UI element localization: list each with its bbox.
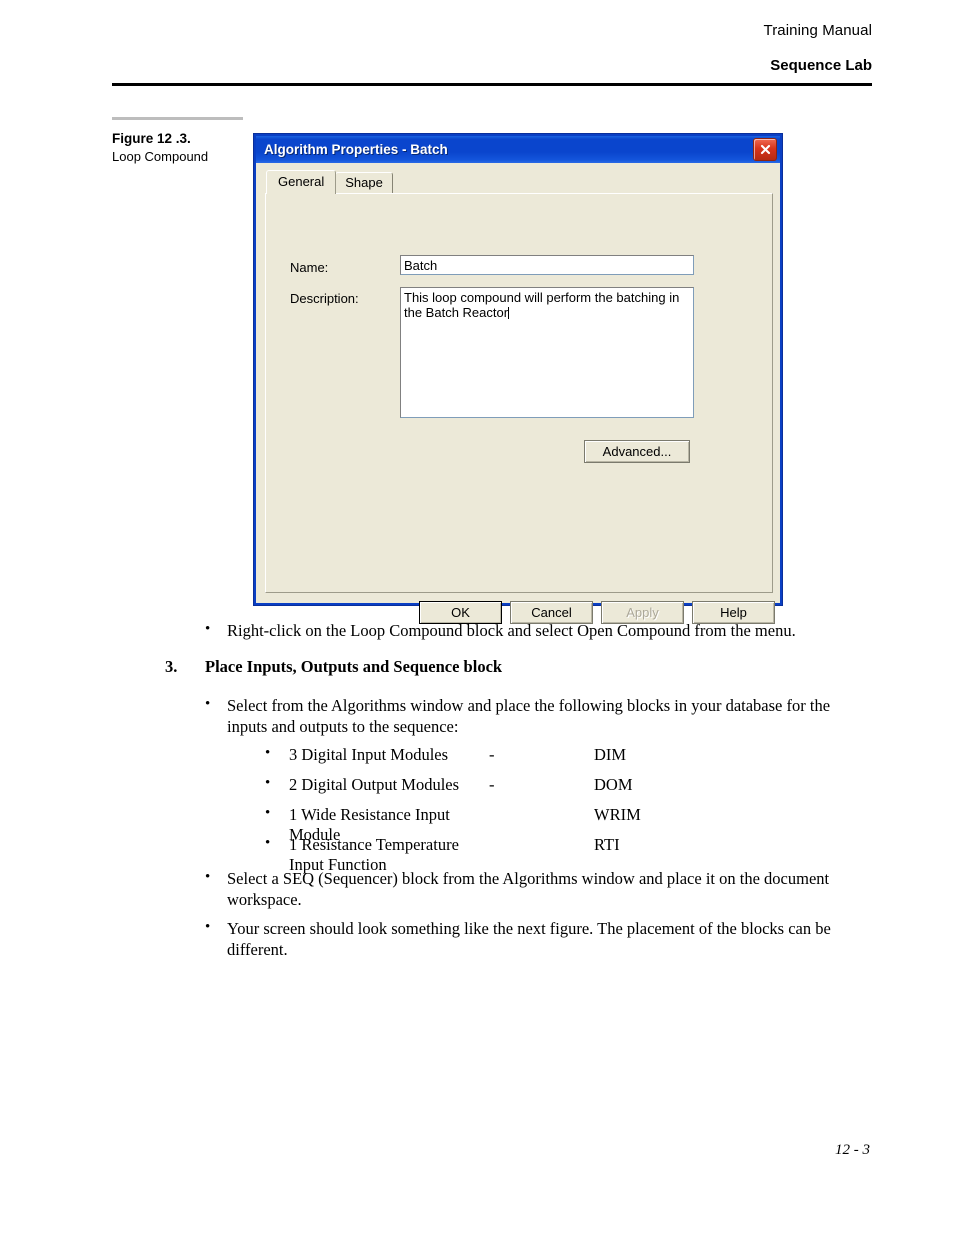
- page-number: 12 - 3: [835, 1142, 870, 1158]
- list-item: • 3 Digital Input Modules - DIM: [265, 745, 765, 775]
- list-item: • Select a SEQ (Sequencer) block from th…: [205, 868, 845, 911]
- page-header: Training Manual Sequence Lab: [112, 22, 873, 74]
- dialog-body: General Shape Name: Batch Description: T…: [256, 163, 780, 624]
- header-rule: [112, 83, 872, 86]
- step-title: Place Inputs, Outputs and Sequence block: [205, 657, 503, 676]
- figure-caption-title: Figure 12 .3.: [112, 131, 191, 146]
- tab-general[interactable]: General: [266, 170, 337, 194]
- bullet-icon: •: [265, 835, 271, 851]
- module-dash: -: [489, 745, 495, 764]
- tab-shape[interactable]: Shape: [335, 172, 393, 193]
- module-list: • 3 Digital Input Modules - DIM • 2 Digi…: [265, 745, 765, 874]
- bullet-icon: •: [205, 869, 211, 885]
- list-item: • Right-click on the Loop Compound block…: [205, 620, 865, 641]
- bullet-icon: •: [205, 919, 211, 935]
- instruction-text: Your screen should look something like t…: [227, 919, 831, 960]
- dialog-tabs: General Shape: [266, 170, 393, 194]
- dialog-titlebar[interactable]: Algorithm Properties - Batch: [256, 136, 780, 163]
- module-name: 3 Digital Input Modules: [289, 745, 449, 764]
- name-input[interactable]: Batch: [400, 255, 694, 275]
- module-abbreviation: DOM: [594, 775, 633, 794]
- dialog-title: Algorithm Properties - Batch: [264, 142, 448, 157]
- list-item: • 1 Resistance Temperature Input Functio…: [265, 835, 765, 874]
- caption-rule: [112, 117, 243, 120]
- description-text: This loop compound will perform the batc…: [404, 290, 680, 321]
- section-title: Sequence Lab: [770, 57, 872, 74]
- list-item: • 2 Digital Output Modules - DOM: [265, 775, 765, 805]
- instruction-text: Right-click on the Loop Compound block a…: [227, 621, 796, 640]
- description-label: Description:: [290, 291, 359, 306]
- instruction-text: Select from the Algorithms window and pl…: [227, 696, 831, 737]
- figure-caption-subtitle: Loop Compound: [112, 148, 209, 164]
- module-name: 2 Digital Output Modules: [289, 775, 460, 794]
- bullet-icon: •: [205, 621, 211, 637]
- module-dash: -: [489, 775, 495, 794]
- instruction-text: Select a SEQ (Sequencer) block from the …: [227, 869, 830, 910]
- figure-caption: Figure 12 .3. Loop Compound: [112, 130, 247, 165]
- advanced-button[interactable]: Advanced...: [584, 440, 690, 463]
- bullet-icon: •: [205, 696, 211, 712]
- manual-title: Training Manual: [763, 22, 872, 39]
- module-abbreviation: DIM: [594, 745, 627, 764]
- module-abbreviation: RTI: [594, 835, 620, 854]
- module-abbreviation: WRIM: [594, 805, 641, 824]
- list-item: • Select from the Algorithms window and …: [205, 695, 855, 738]
- bullet-icon: •: [265, 775, 271, 791]
- text-caret: [508, 307, 510, 320]
- name-label: Name:: [290, 260, 329, 275]
- algorithm-properties-dialog: Algorithm Properties - Batch General Sha…: [253, 133, 783, 624]
- list-item: • 1 Wide Resistance Input Module WRIM: [265, 805, 765, 844]
- description-input[interactable]: This loop compound will perform the batc…: [400, 287, 694, 418]
- step-number: 3.: [165, 657, 178, 676]
- list-item: • Your screen should look something like…: [205, 918, 850, 961]
- bullet-icon: •: [265, 805, 271, 821]
- bullet-icon: •: [265, 745, 271, 761]
- close-icon[interactable]: [753, 138, 777, 161]
